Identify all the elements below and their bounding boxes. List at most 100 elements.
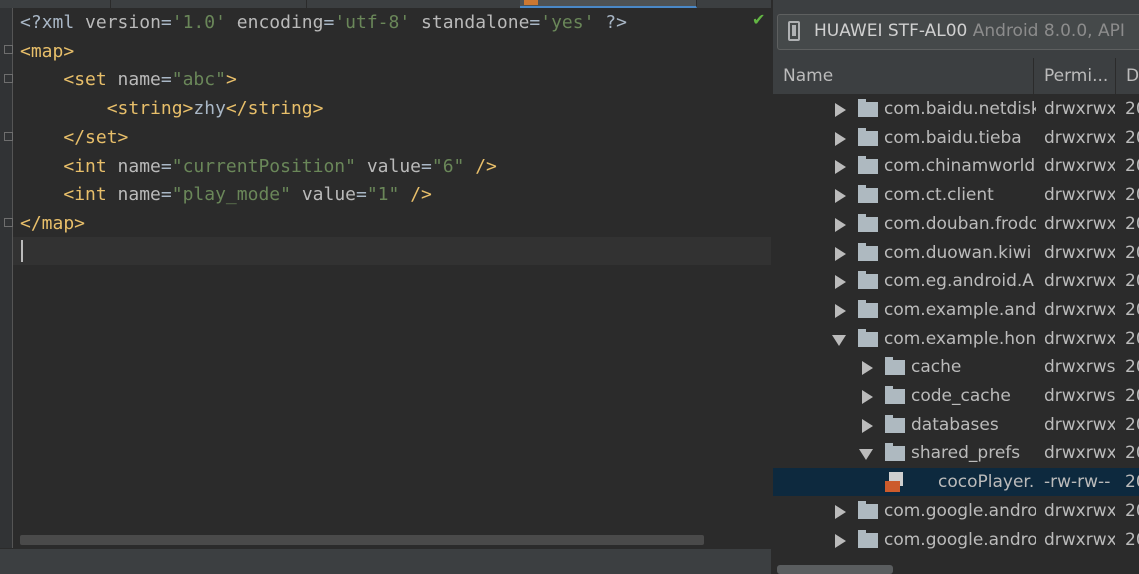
- code-token: "play_mode": [171, 184, 291, 206]
- expand-arrow-icon[interactable]: [835, 217, 846, 232]
- expand-arrow-icon[interactable]: [835, 131, 846, 146]
- device-selector-dropdown[interactable]: HUAWEI STF-AL00 Android 8.0.0, API: [777, 14, 1139, 50]
- folder-icon: [858, 500, 878, 519]
- tree-item-permissions: drwxrwx: [1044, 156, 1115, 177]
- editor-tab[interactable]: [0, 0, 111, 8]
- tree-folder-row[interactable]: com.baidu.tieba drwxrwx 20: [773, 124, 1139, 152]
- tree-item-name: com.baidu.tieba: [884, 127, 1022, 148]
- code-token: =: [160, 69, 172, 91]
- code-token: </map>: [20, 212, 86, 234]
- tree-item-date: 20: [1125, 414, 1139, 435]
- expand-arrow-icon[interactable]: [835, 189, 846, 204]
- tree-folder-row[interactable]: cache drwxrws 20: [773, 353, 1139, 381]
- expand-arrow-icon[interactable]: [835, 160, 846, 175]
- code-line[interactable]: <int name="currentPosition" value="6" />: [20, 153, 497, 181]
- code-token: 'utf-8': [334, 12, 411, 33]
- tree-item-date: 20: [1125, 99, 1139, 119]
- expand-arrow-icon[interactable]: [835, 246, 846, 261]
- tree-item-name: com.baidu.netdisk: [884, 99, 1036, 119]
- expand-arrow-icon[interactable]: [835, 533, 846, 548]
- code-token: <set: [63, 69, 118, 91]
- expand-arrow-icon[interactable]: [835, 103, 846, 117]
- code-token: =: [160, 12, 172, 33]
- folder-icon: [858, 299, 878, 318]
- folder-icon: [858, 242, 878, 261]
- editor-horizontal-scrollbar[interactable]: [20, 535, 704, 545]
- expand-arrow-icon[interactable]: [835, 504, 846, 519]
- xml-file-icon: [524, 0, 538, 5]
- tree-file-row[interactable]: cocoPlayer. -rw-rw-- 20: [773, 468, 1139, 497]
- tree-item-name: com.ct.client: [884, 185, 994, 206]
- collapse-arrow-icon[interactable]: [832, 334, 846, 346]
- tree-item-permissions: drwxrwx: [1044, 299, 1115, 320]
- inspection-ok-icon[interactable]: ✔: [752, 10, 765, 29]
- folder-icon: [858, 271, 878, 290]
- code-token: version: [85, 12, 161, 33]
- tree-folder-row[interactable]: code_cache drwxrws 20: [773, 382, 1139, 410]
- code-line[interactable]: <map>: [20, 38, 74, 66]
- code-token: value: [301, 184, 356, 206]
- tree-item-permissions: -rw-rw--: [1044, 472, 1111, 493]
- code-line[interactable]: </set>: [20, 124, 128, 152]
- code-line[interactable]: <?xml version='1.0' encoding='utf-8' sta…: [20, 9, 627, 37]
- tree-folder-row[interactable]: com.ct.client drwxrwx 20: [773, 181, 1139, 209]
- code-token: '1.0': [171, 12, 226, 33]
- code-token: 'yes': [540, 12, 595, 33]
- code-token: <int: [63, 155, 118, 177]
- device-name: HUAWEI STF-AL00: [814, 21, 968, 41]
- tree-folder-row[interactable]: shared_prefs drwxrwx 20: [773, 439, 1139, 467]
- code-token: <?: [20, 12, 42, 33]
- expand-arrow-icon[interactable]: [862, 390, 873, 404]
- tree-folder-row[interactable]: com.google.andro drwxrwx 20: [773, 526, 1139, 554]
- file-tree[interactable]: Name Permi... D com.baidu.netdisk drwxrwx…: [773, 58, 1139, 574]
- collapse-arrow-icon[interactable]: [859, 449, 873, 461]
- editor-tab[interactable]: [306, 0, 521, 8]
- tree-folder-row[interactable]: com.example.and drwxrwx 20: [773, 296, 1139, 324]
- expand-arrow-icon[interactable]: [862, 418, 873, 433]
- code-editor[interactable]: <?xml version='1.0' encoding='utf-8' sta…: [0, 0, 771, 574]
- folder-icon: [858, 213, 878, 232]
- code-line[interactable]: <string>zhy</string>: [20, 95, 324, 123]
- column-header-name[interactable]: Name: [773, 58, 1034, 94]
- folder-icon: [858, 185, 878, 204]
- editor-tab-active[interactable]: [520, 0, 697, 8]
- fold-marker-icon[interactable]: [4, 74, 13, 83]
- explorer-horizontal-scrollbar[interactable]: [777, 565, 893, 574]
- code-line[interactable]: </map>: [20, 210, 85, 238]
- tree-folder-row[interactable]: com.baidu.netdisk drwxrwx 20: [773, 95, 1139, 123]
- code-line[interactable]: <int name="play_mode" value="1" />: [20, 181, 432, 209]
- expand-arrow-icon[interactable]: [835, 303, 846, 318]
- editor-tab[interactable]: [110, 0, 307, 8]
- expand-arrow-icon[interactable]: [862, 361, 873, 376]
- code-token: "6": [431, 155, 465, 177]
- fold-marker-icon[interactable]: [4, 45, 13, 54]
- tree-item-permissions: drwxrws: [1044, 357, 1115, 378]
- tree-folder-row[interactable]: com.example.hon drwxrwx 20: [773, 325, 1139, 353]
- code-line[interactable]: <set name="abc">: [20, 66, 236, 94]
- tree-item-date: 20: [1125, 156, 1139, 177]
- column-header-permissions[interactable]: Permi...: [1034, 58, 1116, 94]
- column-header-date[interactable]: D: [1116, 58, 1139, 94]
- tree-item-name: cache: [911, 357, 962, 378]
- tree-folder-row[interactable]: databases drwxrwx 20: [773, 411, 1139, 439]
- tree-folder-row[interactable]: com.google.andro drwxrwx 20: [773, 497, 1139, 525]
- tree-folder-row[interactable]: com.duowan.kiwi drwxrwx 20: [773, 239, 1139, 267]
- tree-folder-row[interactable]: com.eg.android.A drwxrwx 20: [773, 267, 1139, 295]
- folder-icon: [885, 443, 905, 462]
- tree-folder-row[interactable]: com.chinamworld drwxrwx 20: [773, 152, 1139, 180]
- expand-arrow-icon[interactable]: [835, 275, 846, 290]
- fold-marker-icon[interactable]: [4, 218, 13, 227]
- code-token: </set>: [63, 126, 129, 148]
- editor-tab-strip: [0, 0, 771, 8]
- folder-icon: [885, 414, 905, 433]
- editor-gutter: [0, 8, 13, 574]
- fold-marker-icon[interactable]: [4, 132, 13, 141]
- code-token: standalone: [421, 12, 530, 33]
- tree-item-date: 20: [1125, 271, 1139, 292]
- code-token: </string>: [225, 98, 324, 120]
- tree-folder-row[interactable]: com.douban.frodo drwxrwx 20: [773, 210, 1139, 238]
- tree-item-date: 20: [1125, 386, 1139, 406]
